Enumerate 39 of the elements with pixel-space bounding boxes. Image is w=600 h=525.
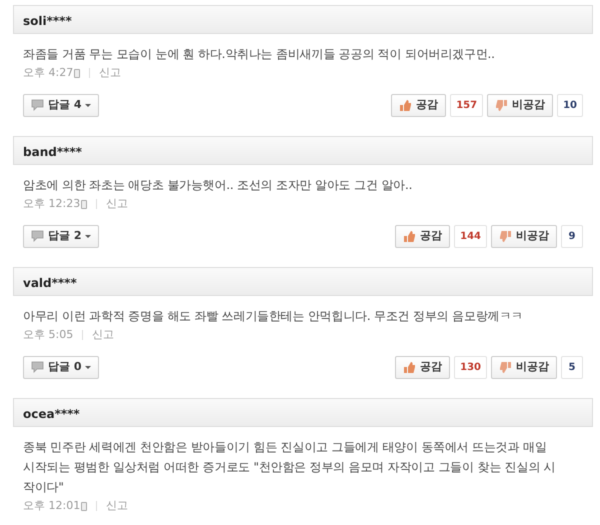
username-bar: band**** [13,136,593,165]
like-button[interactable]: 공감 [395,356,450,378]
speech-bubble-icon [31,230,44,242]
reply-button[interactable]: 답글 2 [23,224,100,248]
like-count: 144 [454,224,487,248]
caret-icon [85,104,92,106]
timestamp: 오후 5:05 [23,327,74,343]
timestamp: 오후 12:23 [23,196,80,212]
timestamp: 오후 4:27 [23,65,74,81]
caret-icon [85,234,92,238]
thumbs-down-icon [499,360,512,374]
like-count: 157 [450,94,484,116]
comment-text: 암초에 의한 좌초는 애당초 불가능햇어.. 조선의 조자만 알아도 그건 알아.. [22,177,414,194]
dislike-count: 9 [561,224,583,248]
comment-text: 종북 민주란 세력에겐 천안함은 받아들이기 힘든 진실이고 그들에게 태양이 동쪽에서 뜨는것과 매일 시작되는 평범한 일상처럼 어떠한 증거로도 "천안함은 정부의 음모며 자작이고 그들이 찾는 진실의 시작이다" [22,439,556,496]
caret-icon [85,366,92,368]
comment-text: 좌좀들 거품 무는 모습이 눈에 훤 하다.악취나는 좀비새끼들 공공의 적이 되어버리겠구먼.. [22,46,496,63]
username-bar: ocea**** [13,398,593,427]
dislike-button[interactable]: 비공감 [491,356,557,378]
dislike-button[interactable]: 비공감 [491,224,557,248]
thumbs-down-icon [495,98,508,112]
comment-text: 아무리 이런 과학적 증명을 해도 좌빨 쓰레기들한테는 안먹힙니다. 무조건 정부의 음모랑께ㅋㅋ [22,308,524,325]
thumbs-up-icon [399,98,412,112]
like-count: 130 [454,356,487,378]
like-button[interactable]: 공감 [391,94,446,116]
speech-bubble-icon [31,361,44,373]
username-bar: vald**** [13,267,593,296]
like-button[interactable]: 공감 [395,224,450,248]
reply-button[interactable]: 답글 4 [23,94,100,116]
dislike-count: 5 [561,356,583,378]
dislike-button[interactable]: 비공감 [487,94,554,116]
timestamp: 오후 12:01 [23,498,80,514]
dislike-count: 10 [557,94,583,116]
thumbs-up-icon [403,360,416,374]
thumbs-down-icon [499,230,512,242]
reply-button[interactable]: 답글 0 [23,356,100,378]
username-bar: soli**** [13,5,593,34]
thumbs-up-icon [403,230,416,242]
speech-bubble-icon [31,99,44,111]
